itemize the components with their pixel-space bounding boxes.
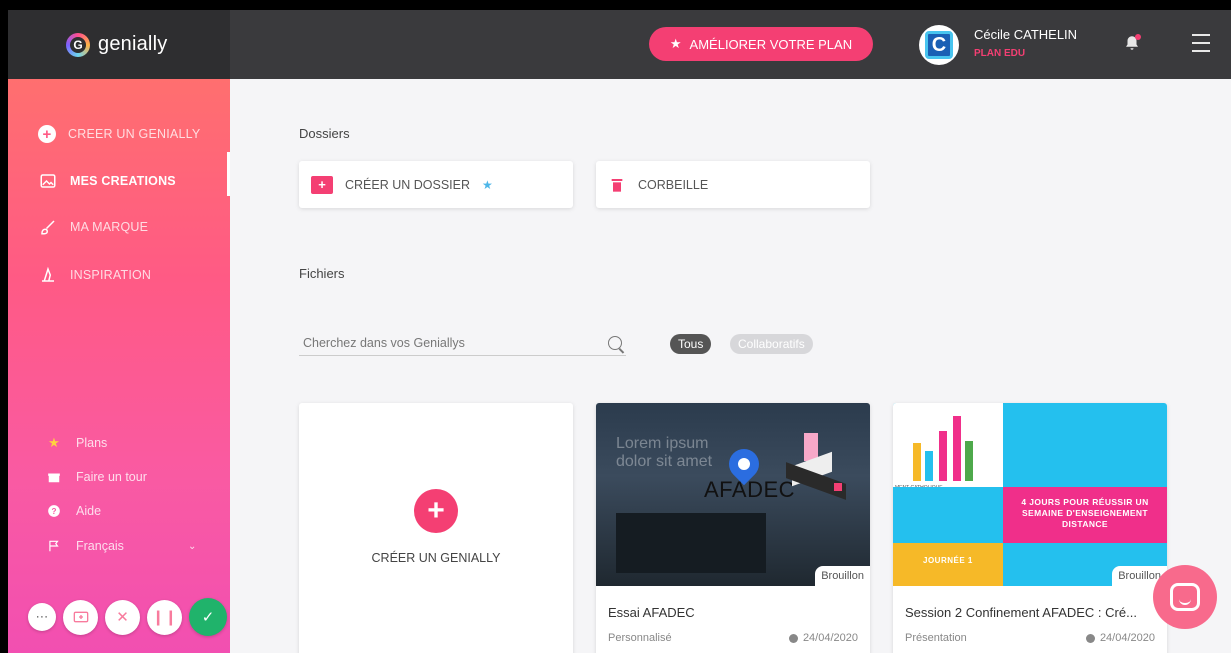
illustration-bar xyxy=(965,441,973,481)
sidebar-item-my-creations[interactable]: MES CREATIONS xyxy=(38,171,176,191)
card-title[interactable]: Session 2 Confinement AFADEC : Cré... xyxy=(905,605,1137,620)
notification-dot xyxy=(1135,34,1141,40)
sidebar-item-label: Faire un tour xyxy=(76,470,147,484)
card-type: Présentation xyxy=(905,632,967,644)
thumbnail-text: Lorem ipsum dolor sit amet xyxy=(616,435,713,470)
chart-illustration xyxy=(893,403,1003,487)
sidebar: + CREER UN GENIALLY MES CREATIONS MA MAR… xyxy=(8,79,230,653)
card-date-value: 24/04/2020 xyxy=(1099,632,1155,644)
sidebar-item-plans[interactable]: ★ Plans xyxy=(46,435,107,451)
sidebar-item-tour[interactable]: Faire un tour xyxy=(46,469,147,485)
star-icon: ★ xyxy=(48,435,60,450)
notifications-bell-icon[interactable] xyxy=(1123,34,1143,54)
language-label: Français xyxy=(76,539,124,553)
sidebar-item-label: Aide xyxy=(76,504,102,518)
illustration-bar xyxy=(939,431,947,481)
filter-collaborative[interactable]: Collaboratifs xyxy=(730,334,813,354)
status-badge: Brouillon xyxy=(815,566,870,586)
card-date: 24/04/2020 xyxy=(788,632,858,644)
folder-plus-icon: + xyxy=(311,175,333,194)
recording-controls: ⋯ ✕ ❙❙ ✓ xyxy=(28,598,227,636)
upgrade-plan-label: AMÉLIORER VOTRE PLAN xyxy=(689,36,853,52)
logo[interactable]: G genially xyxy=(8,10,230,79)
isometric-illustration xyxy=(786,433,856,503)
app-window: G genially ★ AMÉLIORER VOTRE PLAN C Céci… xyxy=(8,10,1231,653)
card-thumbnail: Lorem ipsum dolor sit amet AFADEC Brouil… xyxy=(596,403,870,586)
card-type: Personnalisé xyxy=(608,632,672,644)
chat-support-button[interactable] xyxy=(1153,565,1217,629)
sidebar-item-label: MES CREATIONS xyxy=(70,174,176,188)
sidebar-item-help[interactable]: ? Aide xyxy=(46,503,101,519)
confirm-check-icon[interactable]: ✓ xyxy=(189,598,227,636)
trash-icon xyxy=(608,175,626,195)
more-options-icon[interactable]: ⋯ xyxy=(28,603,56,631)
house-image xyxy=(616,513,766,573)
card-title[interactable]: Essai AFADEC xyxy=(608,605,695,620)
files-heading: Fichiers xyxy=(299,266,345,281)
avatar[interactable]: C xyxy=(919,25,959,65)
trash-label: CORBEILLE xyxy=(638,177,709,192)
plus-icon: + xyxy=(414,489,458,533)
illustration-bar xyxy=(913,443,921,481)
close-icon[interactable]: ✕ xyxy=(105,599,140,635)
clock-icon xyxy=(1085,633,1095,643)
sidebar-item-my-brand[interactable]: MA MARQUE xyxy=(38,217,148,237)
svg-text:?: ? xyxy=(52,507,57,516)
avatar-logo-icon: C xyxy=(925,31,953,59)
chat-icon xyxy=(1170,583,1200,611)
user-name[interactable]: Cécile CATHELIN xyxy=(974,27,1077,42)
brush-icon xyxy=(38,217,58,237)
create-folder-label: CRÉER UN DOSSIER xyxy=(345,177,471,192)
help-icon: ? xyxy=(46,503,62,519)
language-selector[interactable]: Français ⌄ xyxy=(46,538,196,554)
filter-all[interactable]: Tous xyxy=(670,334,712,354)
sidebar-item-label: MA MARQUE xyxy=(70,220,149,234)
camera-icon[interactable] xyxy=(63,599,98,635)
trash-button[interactable]: CORBEILLE xyxy=(596,161,870,208)
illustration-bar xyxy=(953,416,961,481)
create-folder-button[interactable]: + CRÉER UN DOSSIER ★ xyxy=(299,161,573,208)
brand-name: genially xyxy=(98,33,168,55)
folders-heading: Dossiers xyxy=(299,126,350,141)
premium-star-icon: ★ xyxy=(482,177,493,192)
witch-hat-icon xyxy=(38,265,58,285)
chevron-down-icon: ⌄ xyxy=(187,540,197,552)
illustration-block xyxy=(893,487,1003,543)
creation-card[interactable]: MENT CATHOLIQUE 4 JOURS POUR RÉUSSIR UN … xyxy=(893,403,1167,653)
search-input[interactable] xyxy=(303,335,583,350)
search-bar xyxy=(299,330,626,356)
image-icon xyxy=(38,171,58,191)
card-thumbnail: MENT CATHOLIQUE 4 JOURS POUR RÉUSSIR UN … xyxy=(893,403,1167,586)
sidebar-item-label: INSPIRATION xyxy=(70,268,152,282)
pause-icon[interactable]: ❙❙ xyxy=(147,599,182,635)
create-genially-card[interactable]: + CRÉER UN GENIALLY xyxy=(299,403,573,653)
thumbnail-banner: 4 JOURS POUR RÉUSSIR UN SEMAINE D'ENSEIG… xyxy=(1003,487,1167,543)
sidebar-item-inspiration[interactable]: INSPIRATION xyxy=(38,265,151,285)
card-date-value: 24/04/2020 xyxy=(802,632,858,644)
flag-icon xyxy=(46,538,62,554)
sidebar-item-create-genially[interactable]: + CREER UN GENIALLY xyxy=(38,125,200,143)
sidebar-item-label: Plans xyxy=(76,436,108,450)
create-genially-label: CRÉER UN GENIALLY xyxy=(371,551,501,565)
main-content: Dossiers + CRÉER UN DOSSIER ★ CORBEILLE … xyxy=(230,79,1231,653)
upgrade-plan-button[interactable]: ★ AMÉLIORER VOTRE PLAN xyxy=(649,27,873,61)
creation-card[interactable]: Lorem ipsum dolor sit amet AFADEC Brouil… xyxy=(596,403,870,653)
clock-icon xyxy=(788,633,798,643)
star-icon: ★ xyxy=(669,36,682,51)
genially-logo-icon: G xyxy=(66,32,90,57)
thumbnail-title: AFADEC xyxy=(704,477,796,502)
hamburger-menu-icon[interactable] xyxy=(1192,34,1210,52)
plus-circle-icon: + xyxy=(38,125,56,143)
sidebar-item-label: CREER UN GENIALLY xyxy=(68,127,201,141)
illustration-bar xyxy=(925,451,933,481)
user-plan: PLAN EDU xyxy=(974,48,1026,59)
gift-icon xyxy=(46,469,62,485)
search-icon[interactable] xyxy=(608,335,622,350)
thumbnail-day-label: JOURNÉE 1 xyxy=(893,543,1003,586)
card-date: 24/04/2020 xyxy=(1085,632,1155,644)
top-bar: G genially ★ AMÉLIORER VOTRE PLAN C Céci… xyxy=(8,10,1231,79)
